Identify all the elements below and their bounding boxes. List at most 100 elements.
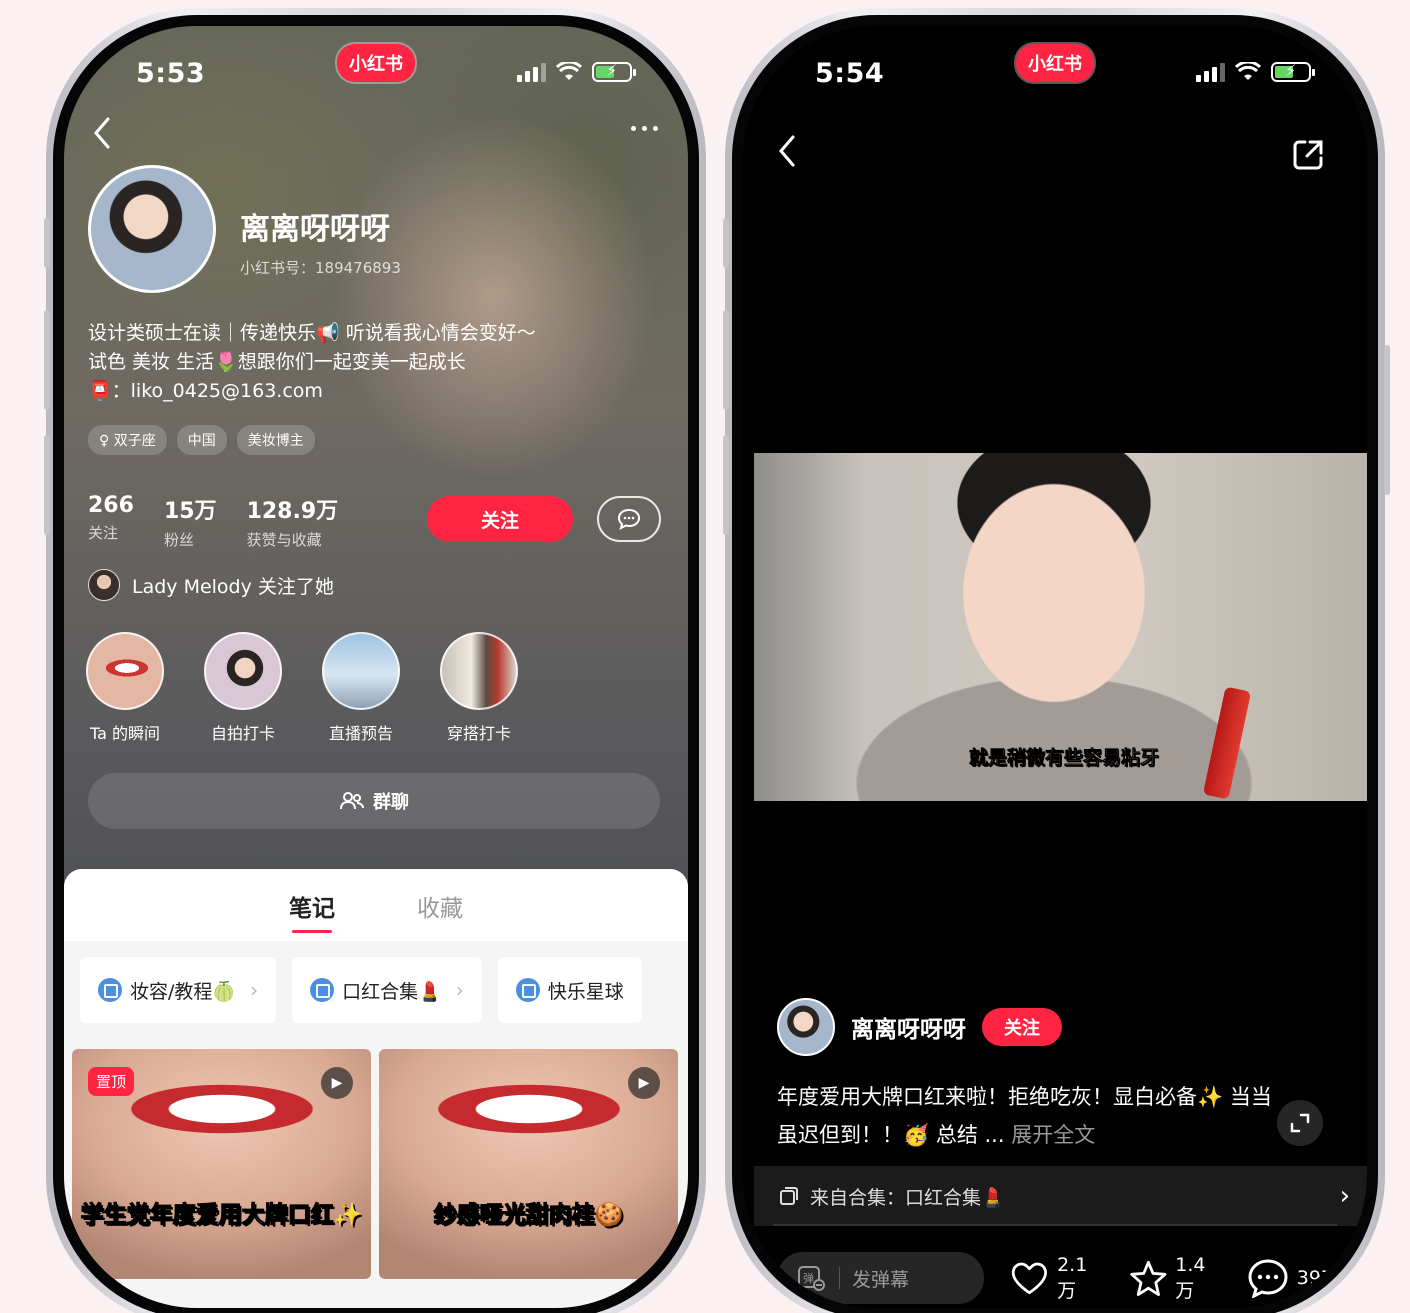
author-name[interactable]: 离离呀呀呀 [851,1010,966,1044]
video-subtitle: 就是稍微有些容易粘牙 [968,747,1160,770]
stat-label: 粉丝 [163,531,194,549]
pinned-badge: 置顶 [88,1067,135,1096]
collection-chip-makeup[interactable]: 妆容/教程🍈 › [80,957,277,1023]
note-card[interactable]: 置顶 ▶ 学生党年度爱用大牌口红✨ [72,1049,371,1279]
chat-bubble-icon [617,508,641,530]
divider [839,1267,840,1289]
danmu-placeholder: 发弹幕 [852,1268,910,1291]
mutual-avatar [88,569,120,601]
collection-label: 口红合集💄 [342,980,442,1003]
more-options-icon[interactable] [631,126,658,131]
chevron-right-icon: › [455,978,464,1002]
comment-button[interactable]: 397 [1247,1258,1333,1298]
collection-icon [515,978,540,1002]
from-collection-label: 来自合集：口红合集💄 [810,1186,1005,1209]
mutual-follow-row[interactable]: Lady Melody 关注了她 [88,569,334,601]
tag-zodiac: ♀ 双子座 [88,425,167,455]
cellular-signal-icon [517,62,546,82]
highlight-cover [322,632,400,710]
message-button[interactable] [597,496,661,542]
highlight-label: 直播预告 [328,724,393,743]
highlight-selfie[interactable]: 自拍打卡 [204,632,282,744]
group-chat-button[interactable]: 群聊 [88,773,660,829]
side-button [723,435,729,535]
battery-charging-icon: ⚡ [1271,61,1315,82]
comment-count: 397 [1296,1267,1333,1289]
like-button[interactable]: 2.1万 [1010,1254,1102,1303]
stat-label: 获赞与收藏 [246,531,322,549]
status-bar: 5:53 小红书 ⚡ [64,26,688,116]
tab-notes[interactable]: 笔记 [289,889,335,929]
mutual-follow-text: Lady Melody 关注了她 [132,575,334,598]
side-button [44,310,50,410]
fullscreen-icon [1290,1113,1310,1133]
video-progress-bar[interactable] [773,1224,1337,1226]
side-button [723,218,729,268]
wifi-icon [1235,62,1261,80]
battery-charging-icon: ⚡ [592,61,636,82]
fullscreen-toggle-button[interactable] [1277,1100,1323,1146]
stat-label: 关注 [88,524,119,542]
share-icon[interactable] [1291,138,1325,176]
app-brand-badge: 小红书 [337,44,415,82]
from-collection-bar[interactable]: 来自合集：口红合集💄 › [754,1166,1367,1226]
highlight-cover [440,632,518,710]
bio-line: 设计类硕士在读｜传递快乐📢 听说看我心情会变好～ [88,322,536,344]
highlight-label: 自拍打卡 [210,724,275,743]
post-description[interactable]: 年度爱用大牌口红来啦！拒绝吃灰！显白必备✨ 当当虽迟但到！！🥳 总结 ... 展… [777,1078,1277,1154]
tag-category: 美妆博主 [236,425,315,455]
follow-button[interactable]: 关注 [427,496,573,542]
back-arrow-icon[interactable] [777,132,797,178]
highlight-label: 穿搭打卡 [446,724,511,743]
collection-label: 快乐星球 [547,980,624,1003]
collect-count: 1.4万 [1175,1253,1206,1302]
profile-avatar[interactable] [88,165,216,293]
stat-likes-collects[interactable]: 128.9万 获赞与收藏 [247,493,339,550]
back-arrow-icon[interactable] [92,114,112,160]
stat-followers[interactable]: 15万 粉丝 [164,493,217,550]
star-icon [1129,1260,1166,1297]
bio-email-line: 📮：liko_0425@163.com [88,380,323,402]
profile-stats: 266 关注 15万 粉丝 128.9万 获赞与收藏 [88,493,338,550]
tab-collections[interactable]: 收藏 [417,889,463,929]
video-play-icon: ▶ [628,1067,660,1099]
highlight-moments[interactable]: Ta 的瞬间 [86,632,164,744]
expand-full-text-link[interactable]: 展开全文 [1011,1123,1095,1147]
danmu-toggle-icon[interactable]: 弹 [797,1264,827,1292]
phone-frame-profile: 5:53 小红书 ⚡ 离离呀呀呀 小红书号：189476893 设计类硕士在读｜… [46,8,706,1313]
video-player[interactable]: 就是稍微有些容易粘牙 [754,453,1367,801]
chevron-right-icon: › [1339,1181,1350,1211]
video-screen: 5:54 小红书 ⚡ 就是稍微有些容易粘牙 离离呀呀呀 关注 年度爱用大牌口红来… [743,26,1367,1308]
status-time: 5:53 [136,58,206,89]
side-button [44,435,50,535]
highlight-cover [86,632,164,710]
chevron-right-icon: › [250,978,259,1002]
stat-following[interactable]: 266 关注 [88,493,134,550]
note-card[interactable]: ▶ 纱感哑光甜肉桂🍪 [379,1049,678,1279]
side-button [44,218,50,268]
side-button [723,310,729,410]
svg-text:弹: 弹 [803,1271,814,1285]
collection-chip-happy-planet[interactable]: 快乐星球 [497,957,642,1023]
notes-grid: 置顶 ▶ 学生党年度爱用大牌口红✨ ▶ 纱感哑光甜肉桂🍪 [72,1049,678,1279]
video-play-icon: ▶ [321,1067,353,1099]
collection-chip-lipstick[interactable]: 口红合集💄 › [292,957,482,1023]
collection-icon [780,1187,798,1205]
highlight-cover [204,632,282,710]
collect-button[interactable]: 1.4万 [1129,1254,1221,1303]
note-cover-caption: 学生党年度爱用大牌口红✨ [80,1202,363,1229]
comment-bubble-icon [1248,1259,1288,1298]
danmu-input[interactable]: 弹 发弹幕 [777,1252,985,1304]
highlight-outfit[interactable]: 穿搭打卡 [440,632,518,744]
author-avatar[interactable] [777,998,835,1056]
collection-label: 妆容/教程🍈 [130,980,237,1003]
stat-number: 266 [88,493,134,518]
profile-tags: ♀ 双子座 中国 美妆博主 [88,425,315,455]
cellular-signal-icon [1196,62,1225,82]
highlight-live-preview[interactable]: 直播预告 [322,632,400,744]
content-tabs: 笔记 收藏 [64,869,688,941]
wifi-icon [556,62,582,80]
bio-line: 试色 美妆 生活🌷想跟你们一起变美一起成长 [88,351,466,373]
highlights-row: Ta 的瞬间 自拍打卡 直播预告 穿搭打卡 [86,632,518,744]
follow-button[interactable]: 关注 [982,1008,1062,1046]
